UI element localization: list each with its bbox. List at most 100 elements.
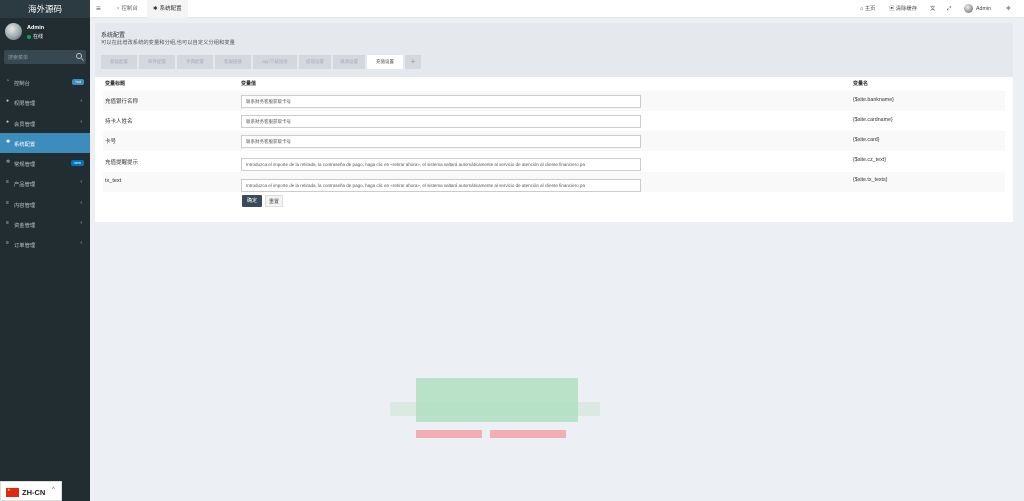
tab-basic[interactable]: 基础配置 <box>101 55 137 69</box>
row-title: 充值银行名称 <box>105 99 139 105</box>
chevron-left-icon: ‹ <box>80 118 82 125</box>
header-name: 变量名 <box>853 81 869 87</box>
sidebar-item-label: 系统配置 <box>14 141 36 148</box>
tab-dictionary[interactable]: 字典配置 <box>177 55 213 69</box>
tab-dashboard[interactable]: ◔ 控制台 <box>110 0 144 18</box>
sidebar-item-label: 资金管理 <box>14 223 36 230</box>
user-icon: ● <box>6 118 10 125</box>
row-variable: {$site.cardname} <box>853 117 893 123</box>
confirm-button[interactable]: 确定 <box>242 195 262 207</box>
header-value: 变量值 <box>241 81 257 87</box>
sidebar-item-permissions[interactable]: ● 权限管理 ‹ <box>0 92 90 112</box>
chevron-left-icon: ‹ <box>80 220 82 227</box>
group-icon: ● <box>6 98 10 105</box>
avatar <box>964 4 973 14</box>
sidebar-item-dashboard[interactable]: ◔ 控制台 hot <box>0 72 90 92</box>
chevron-left-icon: ‹ <box>80 240 82 247</box>
sidebar-item-general[interactable]: ✲ 常规管理 new <box>0 153 90 173</box>
gears-icon: ✲ <box>6 159 11 166</box>
list-icon: ≡ <box>6 240 9 247</box>
user-menu[interactable]: Admin <box>964 0 991 18</box>
translate-icon[interactable]: 文 <box>930 0 935 18</box>
home-icon: ⌂ <box>860 6 864 12</box>
tab-recharge[interactable]: 充值设置 <box>367 55 403 69</box>
tab-system-config[interactable]: ✱ 系统配置 <box>147 0 188 18</box>
trash-icon: ▣ <box>889 6 895 12</box>
row-title: 卡号 <box>105 139 117 145</box>
chevron-left-icon: ‹ <box>80 179 82 186</box>
clear-cache-button[interactable]: ▣ 清除缓存 <box>889 0 917 18</box>
avatar <box>5 23 22 40</box>
online-dot-icon <box>27 34 31 39</box>
row-variable: {$site.cz_text} <box>853 157 886 163</box>
add-tab-button[interactable]: + <box>405 55 421 69</box>
language-switcher[interactable]: ZH-CN ^ <box>0 481 62 501</box>
sidebar-search[interactable]: 搜索菜单 <box>4 50 86 64</box>
table-row: 卡号 {$site.card} <box>103 131 1005 151</box>
gear-icon: ✱ <box>153 6 158 12</box>
china-flag-icon <box>6 487 19 497</box>
search-input[interactable]: 搜索菜单 <box>8 54 28 61</box>
sidebar: 海外源码 Admin 在线 搜索菜单 ◔ 控制台 hot ● 权限管理 ‹ ● … <box>0 0 90 501</box>
user-panel: Admin 在线 <box>0 18 90 46</box>
home-link[interactable]: ⌂ 主页 <box>860 0 875 18</box>
table-row: 充值提醒提示 {$site.cz_text} <box>103 152 1005 172</box>
search-icon[interactable] <box>76 53 82 59</box>
user-menu-label: Admin <box>976 6 992 12</box>
list-icon: ≡ <box>6 199 9 206</box>
language-code: ZH-CN <box>22 488 46 497</box>
table-row: 充值银行名称 {$site.bankname} <box>103 91 1005 111</box>
sidebar-item-label: 控制台 <box>14 81 30 87</box>
row-variable: {$site.bankname} <box>853 97 894 103</box>
menu-toggle-icon[interactable]: ≡ <box>96 4 101 13</box>
clear-cache-label: 清除缓存 <box>895 6 917 12</box>
dashboard-icon: ◔ <box>6 78 10 84</box>
sidebar-item-label: 内容管理 <box>14 202 36 209</box>
sidebar-item-funds[interactable]: ≡ 资金管理 ‹ <box>0 214 90 234</box>
recharge-tip-input[interactable] <box>241 158 641 171</box>
top-navbar: ≡ ◔ 控制台 ✱ 系统配置 ⌂ 主页 ▣ 清除缓存 文 ⤢ Admin ✲ <box>90 0 1024 18</box>
tab-label: 控制台 <box>121 6 138 12</box>
sidebar-item-orders[interactable]: ≡ 订单管理 ‹ <box>0 234 90 254</box>
tab-withdraw[interactable]: 提现设置 <box>299 55 331 69</box>
header-title: 变量标题 <box>105 81 126 87</box>
user-status-label: 在线 <box>33 34 44 40</box>
sidebar-item-products[interactable]: ≡ 产品管理 ‹ <box>0 173 90 193</box>
pixelated-watermark <box>390 378 600 442</box>
table-row: tx_text {$site.tx_texts} <box>103 172 1005 192</box>
card-number-input[interactable] <box>241 135 641 148</box>
tab-app-download[interactable]: app下载链接 <box>253 55 297 69</box>
sidebar-item-content[interactable]: ≡ 内容管理 ‹ <box>0 194 90 214</box>
user-name: Admin <box>27 25 45 31</box>
bank-name-input[interactable] <box>241 95 641 108</box>
dashboard-icon: ◔ <box>116 6 120 12</box>
tab-customer-service[interactable]: 客服链接 <box>215 55 251 69</box>
row-title: 充值提醒提示 <box>105 160 139 166</box>
sidebar-item-label: 常规管理 <box>14 162 36 169</box>
chevron-left-icon: ‹ <box>80 98 82 105</box>
tab-invite[interactable]: 邀请设置 <box>333 55 365 69</box>
reset-button[interactable]: 重置 <box>265 195 283 207</box>
row-variable: {$site.tx_texts} <box>853 177 888 183</box>
settings-icon[interactable]: ✲ <box>1006 0 1010 18</box>
gear-icon: ✱ <box>6 138 11 145</box>
tx-text-input[interactable] <box>241 179 641 192</box>
page-subtitle: 可以在此增改系统的变量和分组,也可以自定义分组和变量 <box>101 40 235 46</box>
cardholder-input[interactable] <box>241 115 641 128</box>
row-title: tx_text <box>105 178 122 184</box>
hot-badge: hot <box>72 78 84 85</box>
sidebar-item-system-config[interactable]: ✱ 系统配置 <box>0 132 90 154</box>
brand-logo[interactable]: 海外源码 <box>0 0 90 18</box>
sidebar-item-label: 权限管理 <box>14 101 36 108</box>
sidebar-item-label: 产品管理 <box>14 182 36 189</box>
tab-email[interactable]: 邮件配置 <box>139 55 175 69</box>
list-icon: ≡ <box>6 220 9 227</box>
chevron-left-icon: ‹ <box>80 199 82 206</box>
fullscreen-icon[interactable]: ⤢ <box>947 0 951 18</box>
new-badge: new <box>70 159 84 166</box>
list-icon: ≡ <box>6 179 9 186</box>
chevron-up-icon: ^ <box>52 487 55 493</box>
sidebar-item-members[interactable]: ● 会员管理 ‹ <box>0 113 90 133</box>
settings-panel: 变量标题 变量值 变量名 充值银行名称 {$site.bankname} 持卡人… <box>95 77 1013 222</box>
row-variable: {$site.card} <box>853 137 880 143</box>
